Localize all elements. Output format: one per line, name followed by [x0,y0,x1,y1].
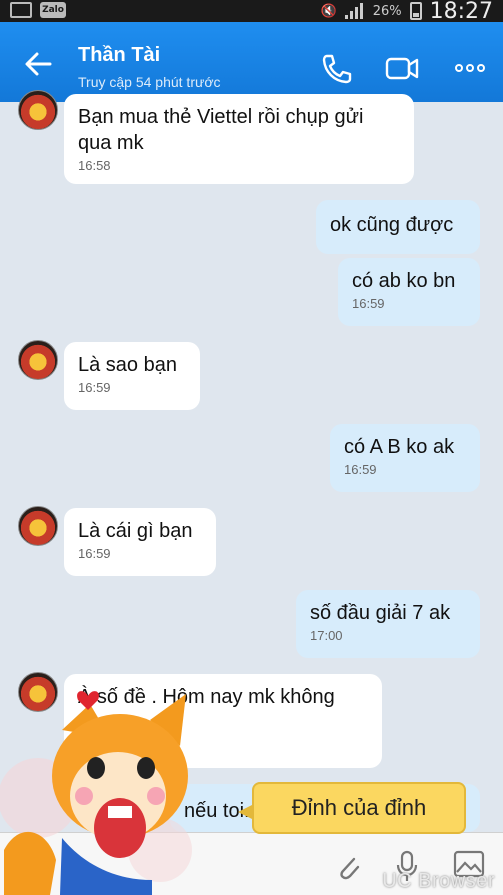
contact-avatar[interactable] [18,90,58,130]
phone-call-icon[interactable] [318,52,354,84]
chat-header: Thần Tài Truy cập 54 phút trước [0,22,503,102]
contact-name[interactable]: Thần Tài [78,44,160,67]
message-text: ok cũng được [330,214,454,236]
last-seen: Truy cập 54 phút trước [78,74,221,90]
battery-icon [409,2,422,20]
back-arrow-icon[interactable] [20,46,56,82]
gallery-icon [10,2,32,18]
message-time: 16:59 [344,462,377,477]
message-time: 16:59 [78,380,111,395]
signal-icon [344,3,365,19]
more-options-icon[interactable] [452,52,488,84]
message-bubble-sent[interactable]: ok cũng được [316,200,480,254]
message-text: có ab ko bn [352,270,456,292]
message-time: 17:00 [310,628,343,643]
message-bubble-sent[interactable]: có ab ko bn 16:59 [338,258,480,326]
attachment-icon[interactable] [334,851,362,881]
message-bubble-sent[interactable]: có A B ko ak 16:59 [330,424,480,492]
message-text: số đầu giải 7 ak [310,602,451,624]
video-call-icon[interactable] [384,52,420,84]
message-bubble-received[interactable]: Bạn mua thẻ Viettel rồi chụp gửi qua mk … [64,94,414,184]
contact-avatar[interactable] [18,506,58,546]
message-text: có A B ko ak [344,436,455,458]
message-text: qua mk [78,132,144,154]
contact-avatar[interactable] [18,340,58,380]
battery-percent: 26% [372,3,402,19]
message-time: 16:58 [78,158,111,173]
message-bubble-received[interactable]: Là sao bạn 16:59 [64,342,200,410]
message-text: Bạn mua thẻ Viettel rồi chụp gửi [78,106,364,128]
message-bubble-received[interactable]: Là cái gì bạn 16:59 [64,508,216,576]
message-time: 16:59 [352,296,385,311]
uc-browser-mascot[interactable] [0,690,250,895]
message-text: Là cái gì bạn [78,520,193,542]
message-bubble-sent[interactable]: số đầu giải 7 ak 17:00 [296,590,480,658]
mute-icon: 🔇 [320,3,337,19]
mascot-speech-bubble[interactable]: Đỉnh của đỉnh [238,782,466,834]
status-bar: Zalo 🔇 26% 18:27 [0,0,503,24]
message-text: Là sao bạn [78,354,177,376]
clock: 18:27 [429,0,493,24]
uc-browser-watermark: UC Browser [382,870,495,892]
zalo-notification-icon: Zalo [40,2,66,18]
message-time: 16:59 [78,546,111,561]
